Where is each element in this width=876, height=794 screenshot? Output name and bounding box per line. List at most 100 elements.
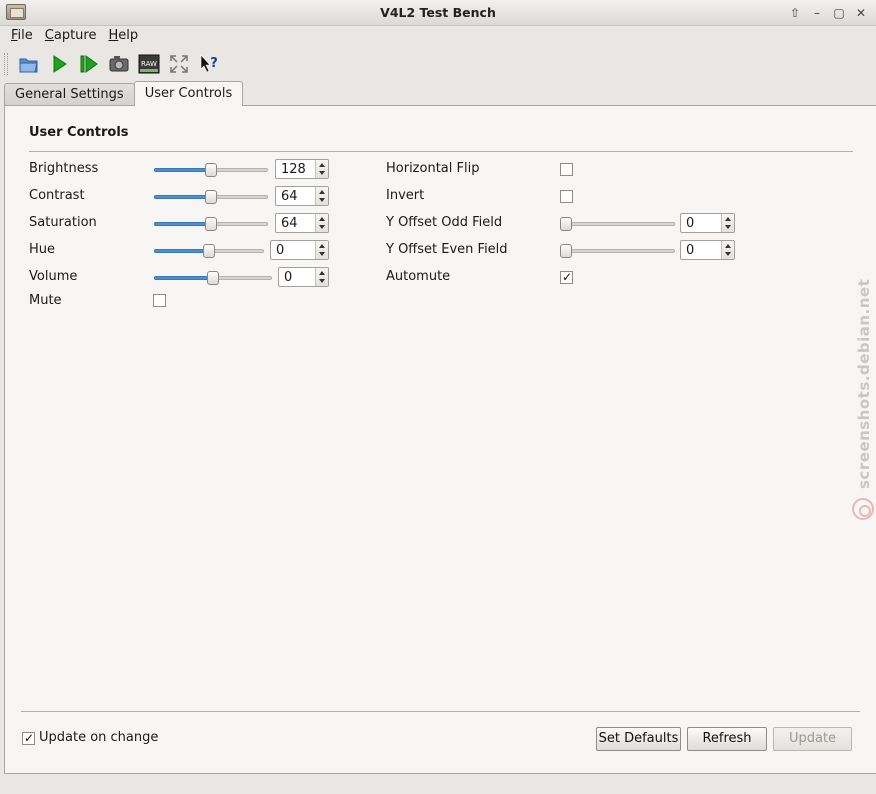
slider-handle[interactable]: [205, 163, 217, 177]
menu-bar: File Capture Help: [0, 27, 876, 47]
open-button[interactable]: [14, 51, 44, 77]
spin-down-icon[interactable]: [319, 252, 325, 256]
y-offset-odd-value: 0: [686, 216, 695, 231]
y-offset-even-label: Y Offset Even Field: [386, 242, 508, 257]
shade-icon[interactable]: ⇧: [786, 4, 804, 22]
hue-slider[interactable]: [154, 244, 264, 258]
mute-checkbox[interactable]: [153, 294, 166, 307]
step-capture-button[interactable]: [74, 51, 104, 77]
spin-down-icon[interactable]: [319, 279, 325, 283]
y-offset-odd-slider[interactable]: [560, 217, 675, 231]
set-defaults-button[interactable]: Set Defaults: [596, 727, 681, 751]
automute-checkbox[interactable]: ✓: [560, 270, 573, 284]
play-icon: [53, 55, 67, 73]
update-on-change-checkbox[interactable]: ✓: [22, 731, 35, 745]
camera-icon: [109, 56, 129, 72]
volume-label: Volume: [29, 269, 78, 284]
menu-help[interactable]: Help: [102, 27, 144, 47]
slider-handle[interactable]: [560, 244, 572, 258]
section-divider: [29, 151, 853, 152]
spin-down-icon[interactable]: [725, 225, 731, 229]
svg-text:?: ?: [210, 56, 218, 71]
slider-handle[interactable]: [203, 244, 215, 258]
menu-capture-label: apture: [53, 28, 97, 43]
slider-handle[interactable]: [205, 217, 217, 231]
spin-down-icon[interactable]: [725, 252, 731, 256]
y-offset-odd-label: Y Offset Odd Field: [386, 215, 503, 230]
checkmark-icon: ✓: [24, 731, 35, 745]
brightness-value: 128: [281, 162, 306, 177]
contrast-spinbox[interactable]: 64: [275, 186, 329, 206]
slider-handle[interactable]: [207, 271, 219, 285]
spin-up-icon[interactable]: [319, 217, 325, 221]
invert-label: Invert: [386, 188, 425, 203]
y-offset-even-spinbox[interactable]: 0: [680, 240, 735, 260]
status-bar: [0, 775, 876, 794]
footer-divider: [21, 711, 860, 712]
menu-capture[interactable]: Capture: [39, 27, 103, 47]
contrast-label: Contrast: [29, 188, 85, 203]
horizontal-flip-checkbox[interactable]: [560, 163, 573, 176]
whats-this-icon: ?: [200, 54, 218, 73]
close-icon[interactable]: ✕: [852, 4, 870, 22]
brightness-slider[interactable]: [154, 163, 268, 177]
window-title: V4L2 Test Bench: [380, 5, 496, 20]
debian-swirl-icon: [852, 498, 874, 520]
minimize-icon[interactable]: –: [808, 4, 826, 22]
spin-up-icon[interactable]: [319, 163, 325, 167]
spin-up-icon[interactable]: [319, 244, 325, 248]
slider-handle[interactable]: [560, 217, 572, 231]
spin-down-icon[interactable]: [319, 225, 325, 229]
menu-file[interactable]: File: [5, 27, 39, 47]
step-play-icon: [80, 55, 98, 73]
maximize-icon[interactable]: ▢: [830, 4, 848, 22]
volume-slider[interactable]: [154, 271, 272, 285]
user-controls-panel: User Controls Brightness 128 Contrast 64…: [4, 105, 876, 774]
horizontal-flip-label: Horizontal Flip: [386, 161, 480, 176]
menu-capture-mnemonic: C: [44, 28, 54, 43]
spin-up-icon[interactable]: [725, 217, 731, 221]
saturation-slider[interactable]: [154, 217, 268, 231]
menu-help-label: elp: [118, 28, 139, 43]
y-offset-odd-spinbox[interactable]: 0: [680, 213, 735, 233]
update-button[interactable]: Update: [773, 727, 852, 751]
hue-value: 0: [276, 243, 285, 258]
spin-up-icon[interactable]: [319, 190, 325, 194]
volume-spinbox[interactable]: 0: [278, 267, 329, 287]
saturation-label: Saturation: [29, 215, 97, 230]
volume-value: 0: [284, 270, 293, 285]
tab-user-controls[interactable]: User Controls: [133, 81, 244, 106]
tab-general-settings[interactable]: General Settings: [4, 83, 135, 106]
watermark-text: screenshots.debian.net: [855, 278, 873, 489]
brightness-label: Brightness: [29, 161, 99, 176]
automute-label: Automute: [386, 269, 451, 284]
fullscreen-button[interactable]: [164, 51, 194, 77]
start-capture-button[interactable]: [44, 51, 74, 77]
whats-this-button[interactable]: ?: [194, 51, 224, 77]
fullscreen-icon: [170, 55, 188, 73]
slider-handle[interactable]: [205, 190, 217, 204]
brightness-spinbox[interactable]: 128: [275, 159, 329, 179]
saturation-spinbox[interactable]: 64: [275, 213, 329, 233]
update-on-change-label[interactable]: Update on change: [39, 730, 158, 745]
section-title: User Controls: [29, 125, 129, 140]
snapshot-button[interactable]: [104, 51, 134, 77]
menu-help-mnemonic: H: [108, 28, 119, 43]
toolbar-grip[interactable]: [4, 53, 8, 75]
y-offset-even-slider[interactable]: [560, 244, 675, 258]
contrast-slider[interactable]: [154, 190, 268, 204]
spin-up-icon[interactable]: [725, 244, 731, 248]
invert-checkbox[interactable]: [560, 190, 573, 203]
contrast-value: 64: [281, 189, 298, 204]
spin-up-icon[interactable]: [319, 271, 325, 275]
hue-spinbox[interactable]: 0: [270, 240, 329, 260]
refresh-button[interactable]: Refresh: [687, 727, 767, 751]
toolbar: RAW ?: [0, 50, 876, 78]
raw-icon: RAW: [138, 54, 160, 74]
spin-down-icon[interactable]: [319, 171, 325, 175]
menu-file-label: ile: [17, 28, 33, 43]
raw-button[interactable]: RAW: [134, 51, 164, 77]
spin-down-icon[interactable]: [319, 198, 325, 202]
hue-label: Hue: [29, 242, 56, 257]
window-controls: ⇧ – ▢ ✕: [786, 4, 870, 22]
